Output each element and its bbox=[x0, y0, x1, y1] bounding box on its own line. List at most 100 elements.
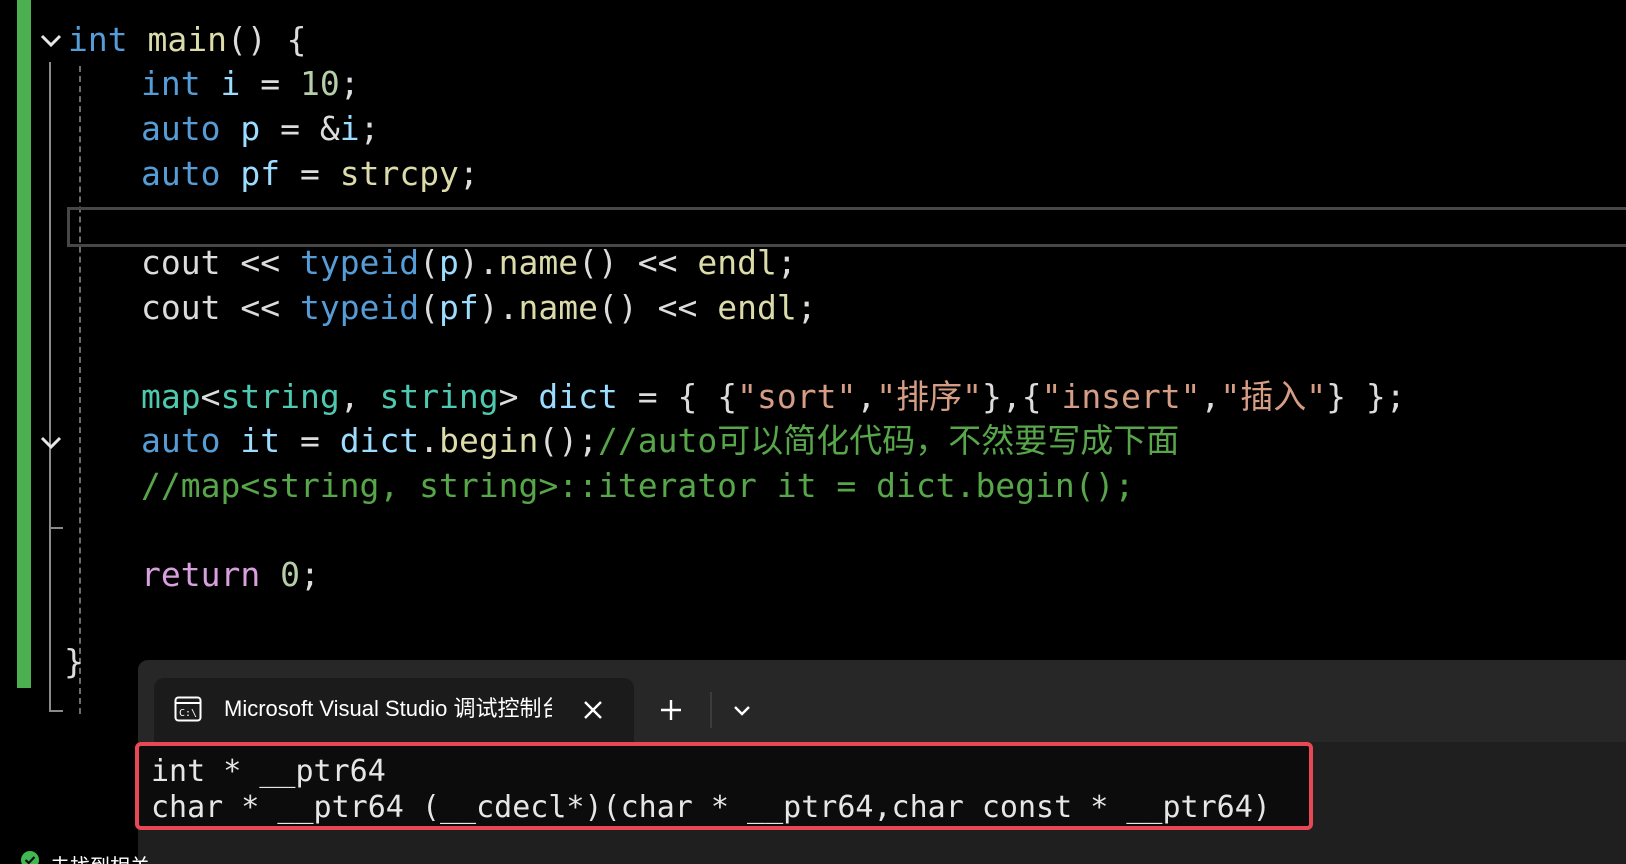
code-token: ). bbox=[478, 288, 519, 327]
code-token: },{ bbox=[981, 377, 1042, 416]
code-token: i bbox=[339, 109, 360, 148]
code-token: string bbox=[379, 377, 499, 416]
code-line[interactable]: auto pf = strcpy; bbox=[141, 152, 479, 196]
code-token: i bbox=[220, 64, 241, 103]
code-token: . bbox=[419, 421, 440, 460]
code-token: (); bbox=[538, 421, 599, 460]
code-token: cout << bbox=[141, 243, 300, 282]
code-token: "sort" bbox=[737, 377, 857, 416]
code-token: //map<string, string>::iterator it = dic… bbox=[141, 466, 1135, 505]
terminal-tab-title: Microsoft Visual Studio 调试控制台 bbox=[224, 696, 552, 721]
svg-text:C:\: C:\ bbox=[179, 708, 197, 719]
terminal-tab[interactable]: C:\ Microsoft Visual Studio 调试控制台 bbox=[154, 678, 634, 742]
code-token: pf bbox=[240, 154, 281, 193]
code-token: = & bbox=[260, 109, 340, 148]
code-line[interactable]: map<string, string> dict = { {"sort","排序… bbox=[141, 375, 1406, 419]
code-line[interactable]: //map<string, string>::iterator it = dic… bbox=[141, 464, 1134, 508]
code-token: auto bbox=[141, 421, 221, 460]
code-token: ; bbox=[796, 288, 817, 327]
close-icon[interactable] bbox=[578, 695, 608, 725]
code-token: p bbox=[240, 109, 261, 148]
code-token: begin bbox=[439, 421, 539, 460]
code-token: "insert" bbox=[1041, 377, 1201, 416]
code-line[interactable]: } bbox=[64, 640, 84, 684]
code-token: //auto可以简化代码，不然要写成下面 bbox=[598, 421, 1180, 460]
code-token: , bbox=[856, 377, 877, 416]
code-token: cout << bbox=[141, 288, 300, 327]
console-output: int * __ptr64 char * __ptr64 (__cdecl*)(… bbox=[135, 742, 1313, 830]
status-indicator[interactable]: 未找到相关问题 bbox=[0, 848, 150, 864]
code-token: , bbox=[1200, 377, 1221, 416]
code-token: int bbox=[141, 64, 201, 103]
check-circle-icon bbox=[21, 851, 39, 864]
code-token: ; bbox=[299, 555, 320, 594]
code-token: < bbox=[200, 377, 221, 416]
code-token: ; bbox=[339, 64, 360, 103]
fold-guide-line bbox=[49, 62, 51, 712]
status-text: 未找到相关问题 bbox=[50, 850, 150, 864]
tab-separator bbox=[710, 692, 712, 728]
indent-guide bbox=[79, 66, 81, 714]
code-token: endl bbox=[717, 288, 797, 327]
code-token: strcpy bbox=[339, 154, 459, 193]
code-token: = { { bbox=[617, 377, 738, 416]
plus-icon[interactable] bbox=[651, 690, 691, 730]
code-token: () { bbox=[226, 20, 307, 59]
code-line[interactable]: int main() { bbox=[68, 18, 306, 62]
code-token: } bbox=[64, 642, 84, 681]
code-token: int bbox=[68, 20, 128, 59]
code-line[interactable]: int i = 10; bbox=[141, 62, 360, 106]
code-token: dict bbox=[538, 377, 618, 416]
code-token: typeid bbox=[299, 243, 420, 282]
change-indicator-bar bbox=[17, 0, 31, 688]
chevron-down-icon[interactable] bbox=[38, 430, 64, 456]
code-token: } }; bbox=[1326, 377, 1406, 416]
code-token: 0 bbox=[280, 555, 300, 594]
code-token: () << bbox=[578, 243, 698, 282]
code-token: "插入" bbox=[1220, 377, 1327, 416]
code-token: name bbox=[518, 288, 599, 327]
code-token: ; bbox=[359, 109, 380, 148]
code-token: p bbox=[439, 243, 459, 282]
console-output-line: char * __ptr64 (__cdecl*)(char * __ptr64… bbox=[151, 790, 1271, 825]
code-token: auto bbox=[141, 154, 221, 193]
code-token: map bbox=[141, 377, 201, 416]
code-token: auto bbox=[141, 109, 221, 148]
code-token: dict bbox=[339, 421, 420, 460]
fold-guide-end-tick bbox=[49, 710, 63, 712]
code-token: () << bbox=[598, 288, 718, 327]
code-token: pf bbox=[439, 288, 479, 327]
code-token: ; bbox=[776, 243, 797, 282]
code-token: , bbox=[339, 377, 380, 416]
code-token: name bbox=[498, 243, 579, 282]
code-token: string bbox=[220, 377, 340, 416]
chevron-down-icon[interactable] bbox=[38, 28, 64, 54]
fold-guide-end-tick bbox=[49, 527, 63, 529]
debug-console-window[interactable]: C:\ Microsoft Visual Studio 调试控制台 int * … bbox=[135, 660, 1626, 864]
code-token: ( bbox=[419, 288, 440, 327]
terminal-tab-bar: C:\ Microsoft Visual Studio 调试控制台 bbox=[138, 660, 1626, 742]
code-line[interactable]: cout << typeid(p).name() << endl; bbox=[141, 241, 797, 285]
code-token: endl bbox=[697, 243, 777, 282]
code-token: main bbox=[147, 20, 227, 59]
code-token: = bbox=[280, 421, 340, 460]
code-token: = bbox=[240, 64, 300, 103]
code-line[interactable]: auto p = &i; bbox=[141, 107, 379, 151]
console-icon: C:\ bbox=[174, 696, 202, 722]
code-token: ). bbox=[458, 243, 499, 282]
code-line[interactable]: auto it = dict.begin();//auto可以简化代码，不然要写… bbox=[141, 419, 1179, 463]
code-line[interactable]: return 0; bbox=[141, 553, 320, 597]
code-token: > bbox=[498, 377, 539, 416]
code-token: ( bbox=[419, 243, 440, 282]
console-output-line: int * __ptr64 bbox=[151, 754, 386, 789]
code-token: "排序" bbox=[876, 377, 982, 416]
code-token: 10 bbox=[299, 64, 340, 103]
code-token: return bbox=[141, 555, 261, 594]
chevron-down-icon[interactable] bbox=[725, 694, 759, 728]
code-token: ; bbox=[458, 154, 479, 193]
code-line[interactable]: cout << typeid(pf).name() << endl; bbox=[141, 286, 817, 330]
